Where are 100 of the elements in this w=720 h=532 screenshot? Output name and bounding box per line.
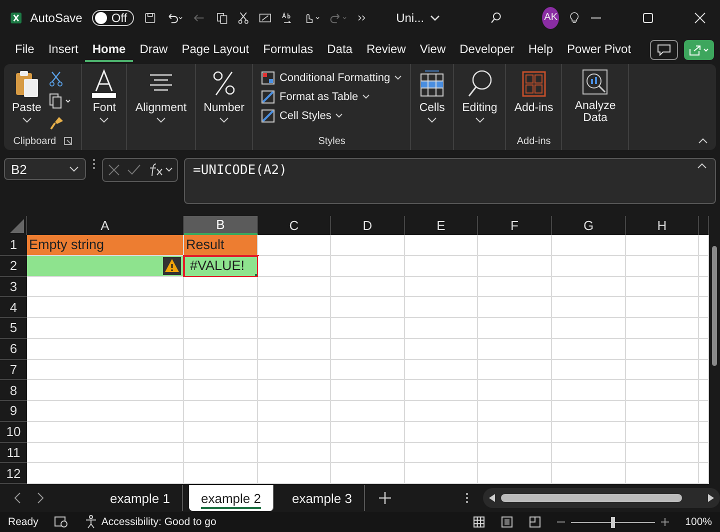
- chevron-down-icon[interactable]: [69, 166, 79, 172]
- more-options-icon[interactable]: [464, 492, 469, 504]
- collapse-ribbon-icon[interactable]: [698, 138, 708, 144]
- maximize-icon[interactable]: [642, 12, 654, 24]
- row-header[interactable]: 11: [0, 442, 27, 464]
- menu-tab[interactable]: Data: [320, 38, 360, 62]
- group-label: Add-ins: [516, 136, 551, 146]
- table-cell: [699, 338, 709, 360]
- alignment-button[interactable]: Alignment: [135, 102, 187, 114]
- sheet-tab[interactable]: example 2: [188, 485, 274, 511]
- scissors-icon[interactable]: [238, 10, 249, 26]
- cancel-icon[interactable]: [107, 164, 121, 176]
- number-button[interactable]: Number: [204, 102, 244, 114]
- close-icon[interactable]: [694, 12, 706, 24]
- status-text: Ready: [8, 516, 38, 528]
- copy-icon[interactable]: [49, 93, 74, 109]
- sheet-tab[interactable]: example 3: [280, 485, 365, 511]
- menu-tab[interactable]: Draw: [132, 38, 175, 62]
- scroll-left-icon[interactable]: [488, 494, 495, 502]
- search-icon[interactable]: [490, 10, 502, 26]
- more-options-icon[interactable]: [92, 158, 96, 170]
- lightbulb-icon[interactable]: [569, 10, 580, 26]
- styles-menu-button[interactable]: Format as Table: [261, 90, 370, 104]
- chevron-down-icon[interactable]: [474, 117, 485, 123]
- menu-tab[interactable]: Power Pivot: [560, 38, 638, 62]
- scrollbar-thumb[interactable]: [500, 494, 682, 502]
- zoom-in-icon[interactable]: [661, 518, 670, 526]
- autosave-label: AutoSave: [30, 10, 82, 24]
- sheet-tab[interactable]: example 1: [98, 485, 183, 511]
- paste-button[interactable]: Paste: [12, 102, 42, 114]
- dialog-launcher-icon[interactable]: [64, 137, 72, 145]
- select-all-triangle-icon[interactable]: [10, 219, 24, 233]
- previous-sheet-icon[interactable]: [14, 492, 22, 504]
- menu-tab[interactable]: Review: [359, 38, 413, 62]
- table-cell: [699, 256, 709, 276]
- chevron-down-icon[interactable]: [427, 117, 438, 123]
- table-cell: [699, 401, 709, 422]
- chevron-down-icon[interactable]: [394, 75, 402, 81]
- chevron-down-icon[interactable]: [335, 113, 344, 119]
- vertical-scrollbar[interactable]: [712, 246, 717, 366]
- table-cell: #VALUE!: [184, 256, 258, 276]
- group-label: Clipboard: [13, 136, 56, 146]
- user-avatar[interactable]: AK: [542, 6, 560, 28]
- checkmark-icon[interactable]: [127, 164, 141, 176]
- insert-function-icon[interactable]: [147, 163, 173, 177]
- table-cell: [699, 318, 709, 339]
- menu-tab[interactable]: Developer: [452, 38, 522, 62]
- share-button[interactable]: [684, 40, 714, 60]
- font-letter-icon: [90, 69, 118, 99]
- scissors-icon[interactable]: [49, 71, 64, 87]
- comment-icon[interactable]: [657, 44, 671, 56]
- comments-button[interactable]: [650, 40, 678, 60]
- zoom-slider[interactable]: [611, 516, 616, 528]
- styles-menu-button[interactable]: Conditional Formatting: [261, 71, 402, 85]
- column-header[interactable]: B: [184, 216, 258, 235]
- zoom-level[interactable]: 100%: [685, 516, 712, 528]
- chevron-down-icon[interactable]: [22, 117, 32, 123]
- chevron-down-icon[interactable]: [156, 117, 166, 123]
- chevron-down-icon[interactable]: [362, 94, 370, 100]
- menu-tab[interactable]: Page Layout: [174, 38, 256, 62]
- file-name-dropdown[interactable]: Uni...: [396, 10, 440, 24]
- style-grid-icon[interactable]: [261, 90, 276, 104]
- format-painter-icon[interactable]: [49, 115, 66, 131]
- analyze-data-button[interactable]: Analyze Data: [570, 100, 620, 124]
- menu-tab[interactable]: Help: [521, 38, 560, 62]
- macro-recorder-icon[interactable]: [54, 516, 68, 528]
- table-cell: [699, 463, 709, 484]
- style-grid-icon[interactable]: [261, 109, 276, 123]
- warning-icon[interactable]: [163, 256, 181, 275]
- formula-input[interactable]: =UNICODE(A2): [184, 158, 716, 204]
- menu-tab[interactable]: Insert: [41, 38, 86, 62]
- accessibility-icon[interactable]: [84, 515, 98, 529]
- table-cell: [699, 380, 709, 401]
- collapse-formula-icon[interactable]: [697, 163, 707, 169]
- cells-button[interactable]: Cells: [419, 102, 445, 114]
- add-ins-button[interactable]: Add-ins: [514, 102, 554, 114]
- menu-tab[interactable]: Formulas: [256, 38, 320, 62]
- editing-button[interactable]: Editing: [462, 102, 498, 114]
- normal-view-icon[interactable]: [473, 516, 486, 528]
- menu-tab[interactable]: File: [8, 38, 42, 62]
- row-header[interactable]: 3: [0, 276, 27, 298]
- next-sheet-icon[interactable]: [36, 492, 44, 504]
- spelling-icon[interactable]: [280, 10, 294, 26]
- font-button[interactable]: Font: [92, 102, 116, 114]
- chevron-down-icon[interactable]: [219, 117, 230, 123]
- add-sheet-icon[interactable]: [378, 492, 391, 504]
- accessibility-status[interactable]: Accessibility: Good to go: [101, 516, 216, 528]
- autosave-toggle[interactable]: Off: [92, 10, 134, 26]
- menu-tab[interactable]: Home: [85, 38, 133, 62]
- horizontal-scrollbar[interactable]: [482, 488, 720, 508]
- scroll-right-icon[interactable]: [708, 494, 714, 502]
- name-box[interactable]: B2: [4, 158, 86, 180]
- chevron-down-icon[interactable]: [99, 117, 110, 123]
- row-header[interactable]: 7: [0, 360, 27, 380]
- menu-tab[interactable]: View: [412, 38, 453, 62]
- page-layout-icon[interactable]: [501, 516, 514, 528]
- chevron-down-icon[interactable]: [430, 14, 440, 22]
- clipboard-icon: [14, 69, 40, 99]
- styles-menu-button[interactable]: Cell Styles: [261, 109, 344, 123]
- page-break-icon[interactable]: [529, 516, 542, 528]
